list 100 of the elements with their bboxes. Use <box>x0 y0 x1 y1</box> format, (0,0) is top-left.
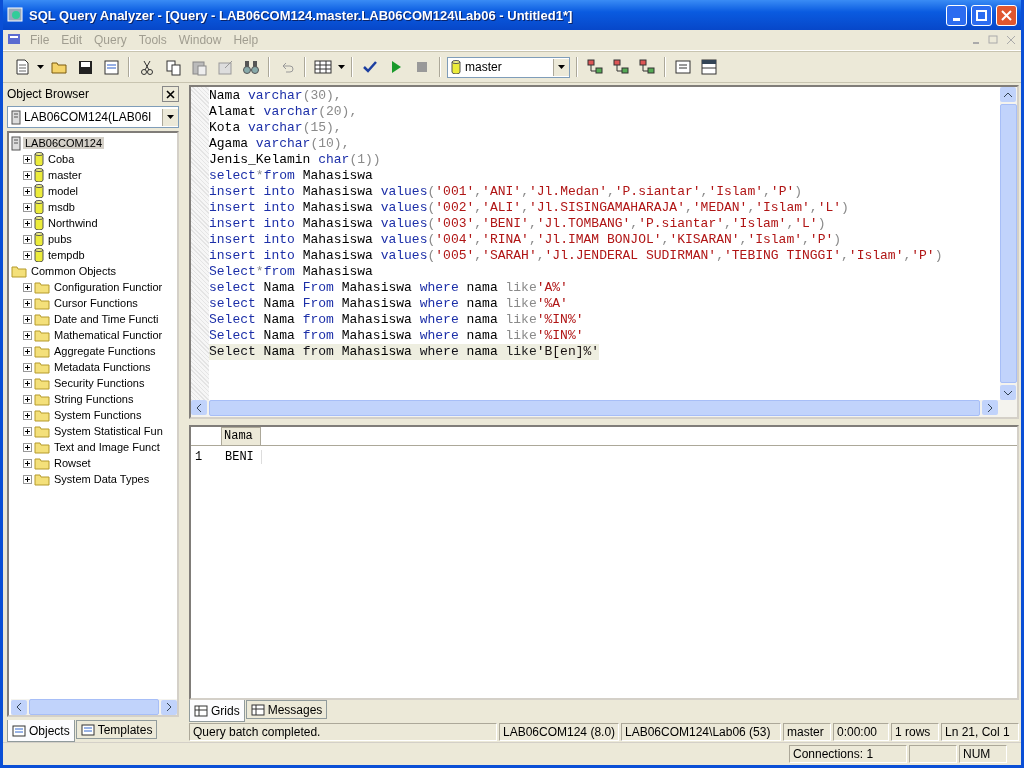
expand-box[interactable] <box>23 474 32 484</box>
expand-box[interactable] <box>23 218 32 228</box>
tree-item[interactable]: Security Functions <box>52 377 147 389</box>
copy-icon <box>164 58 182 76</box>
results-tab[interactable]: Messages <box>245 700 328 719</box>
tree-item[interactable]: Configuration Functior <box>52 281 165 293</box>
expand-box[interactable] <box>23 298 32 308</box>
tree-item[interactable]: pubs <box>46 233 74 245</box>
expand-box[interactable] <box>23 250 32 260</box>
minimize-button[interactable] <box>946 4 967 26</box>
tree-item[interactable]: Text and Image Funct <box>52 441 162 453</box>
grid-icon <box>314 58 332 76</box>
expand-box[interactable] <box>23 378 32 388</box>
expand-box[interactable] <box>23 170 32 180</box>
scrollbar[interactable] <box>191 400 1017 417</box>
scroll-up-icon <box>1004 91 1012 98</box>
expand-box[interactable] <box>23 282 32 292</box>
expand-box[interactable] <box>23 346 32 356</box>
tree-item[interactable]: String Functions <box>52 393 136 405</box>
tree-item[interactable]: model <box>46 185 80 197</box>
code-line: Alamat varchar(20), <box>209 104 358 120</box>
tree-item[interactable]: Date and Time Functi <box>52 313 161 325</box>
tree-item[interactable]: Northwind <box>46 217 100 229</box>
tree-item[interactable]: Coba <box>46 153 77 165</box>
folder-icon <box>34 472 50 486</box>
database-icon <box>34 200 44 214</box>
tree-item[interactable]: Rowset <box>52 457 93 469</box>
column-header: Nama <box>221 427 261 445</box>
folder-icon <box>34 344 50 358</box>
table-cell: BENI <box>221 449 262 464</box>
folder-icon <box>34 456 50 470</box>
tree-item[interactable]: System Statistical Fun <box>52 425 165 437</box>
code-line: select Nama From Mahasiswa where nama like'A%' <box>209 280 568 296</box>
tree-item[interactable]: Metadata Functions <box>52 361 153 373</box>
expand-box[interactable] <box>23 330 32 340</box>
code-line: insert into Mahasiswa values('004','RINA','Jl.IMAM BONJOL','KISARAN','Islam','P') <box>209 232 842 248</box>
panel-title: Object Browser <box>7 87 90 101</box>
messages-icon <box>250 703 265 716</box>
templates-icon <box>80 723 95 736</box>
expand-box[interactable] <box>23 362 32 372</box>
folder-icon <box>34 392 50 406</box>
database-select[interactable]: master <box>447 56 570 78</box>
tree-item[interactable]: System Functions <box>52 409 144 421</box>
scroll-right-icon <box>166 703 172 711</box>
tree-item[interactable]: master <box>46 169 84 181</box>
tree-item[interactable]: tempdb <box>46 249 87 261</box>
folder-icon <box>34 408 50 422</box>
expand-box[interactable] <box>23 426 32 436</box>
tree-item[interactable]: Cursor Functions <box>52 297 140 309</box>
scrollbar[interactable] <box>11 699 177 715</box>
maximize-button[interactable] <box>971 4 992 26</box>
panel-tab[interactable]: Templates <box>75 720 158 739</box>
objects-icon <box>12 724 26 737</box>
close-button[interactable] <box>162 86 179 102</box>
expand-box[interactable] <box>23 202 32 212</box>
window-controls-icon <box>971 35 1017 45</box>
expand-box[interactable] <box>23 442 32 452</box>
new-query-icon <box>13 58 31 76</box>
row-number: 1 <box>194 449 204 464</box>
server-select[interactable]: LAB06COM124(LAB06I <box>7 106 179 128</box>
caret-icon <box>338 65 345 69</box>
results-tab[interactable]: Grids <box>189 700 245 722</box>
expand-box[interactable] <box>23 458 32 468</box>
status-field: Connections: 1 <box>789 745 907 763</box>
expand-box[interactable] <box>23 410 32 420</box>
expand-box[interactable] <box>23 234 32 244</box>
database-icon <box>34 216 44 230</box>
app-icon <box>7 6 25 24</box>
scrollbar[interactable] <box>1000 87 1017 400</box>
panel-tab[interactable]: Objects <box>7 720 75 742</box>
caret-icon <box>37 65 44 69</box>
folder-icon <box>34 280 50 294</box>
status-panel <box>909 745 957 763</box>
tree-item[interactable]: Mathematical Functior <box>52 329 165 341</box>
query-editor[interactable] <box>189 85 1019 419</box>
tree-item[interactable]: msdb <box>46 201 77 213</box>
database-icon <box>34 248 44 262</box>
code-line: Select Nama from Mahasiswa where nama like'%IN%' <box>209 312 584 328</box>
status-field: 0:00:00 <box>833 723 889 741</box>
caret-icon <box>558 65 565 69</box>
code-line: select*from Mahasiswa <box>209 168 373 184</box>
expand-box[interactable] <box>23 186 32 196</box>
results-pane-button[interactable] <box>698 56 720 78</box>
status-field: master <box>783 723 831 741</box>
close-icon <box>1001 9 1012 21</box>
tree-item[interactable]: Common Objects <box>29 265 118 277</box>
tree-item[interactable]: Aggregate Functions <box>52 345 158 357</box>
server-icon <box>11 109 21 125</box>
code-line: Select*from Mahasiswa <box>209 264 373 280</box>
expand-box[interactable] <box>23 394 32 404</box>
tree-item[interactable]: LAB06COM124 <box>23 137 105 149</box>
results-pane-icon <box>700 58 718 76</box>
window-title: SQL Query Analyzer - [Query - LAB06COM124.master.LAB06COM124\Lab06 - Untitled1*] <box>29 7 574 23</box>
tree-item[interactable]: System Data Types <box>52 473 152 485</box>
expand-box[interactable] <box>23 314 32 324</box>
code-line: Jenis_Kelamin char(1)) <box>209 152 381 168</box>
code-line: insert into Mahasiswa values('003','BENI','Jl.TOMBANG','P.siantar','Islam','L') <box>209 216 826 232</box>
server-icon <box>11 135 21 151</box>
options-icon <box>674 58 692 76</box>
expand-box[interactable] <box>23 154 32 164</box>
